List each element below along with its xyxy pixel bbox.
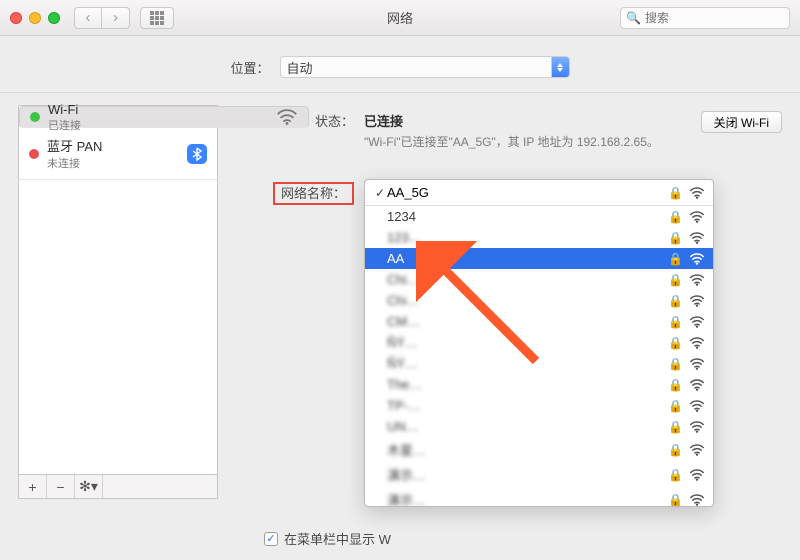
zoom-window-button[interactable] — [48, 12, 60, 24]
service-status: 未连接 — [47, 155, 179, 171]
network-name-dropdown[interactable]: ✓ AA_5G 🔒 1234🔒123…🔒AA🔒Chi…🔒Chi…🔒CM…🔒ÑÝ…… — [364, 179, 714, 507]
location-row: 位置： 自动 — [0, 36, 800, 93]
wifi-icon — [689, 469, 705, 481]
network-name-label: 网络名称： — [273, 182, 354, 205]
network-option[interactable]: 演示…🔒 — [365, 462, 713, 487]
wifi-icon — [689, 274, 705, 286]
wifi-icon — [689, 494, 705, 506]
search-input[interactable] — [620, 7, 790, 29]
dropdown-selected[interactable]: ✓ AA_5G 🔒 — [365, 180, 713, 206]
lock-icon: 🔒 — [668, 186, 683, 200]
network-option[interactable]: Chi…🔒 — [365, 290, 713, 311]
grid-icon — [150, 11, 164, 25]
wifi-icon — [689, 337, 705, 349]
location-value: 自动 — [287, 58, 313, 77]
lock-icon: 🔒 — [668, 294, 683, 308]
lock-icon: 🔒 — [668, 493, 683, 507]
status-description: "Wi-Fi"已连接至"AA_5G"，其 IP 地址为 192.168.2.65… — [364, 134, 701, 151]
close-window-button[interactable] — [10, 12, 22, 24]
wifi-icon — [689, 232, 705, 244]
lock-icon: 🔒 — [668, 252, 683, 266]
dropdown-list: 1234🔒123…🔒AA🔒Chi…🔒Chi…🔒CM…🔒ÑÝ…🔒ÑÝ…🔒The…🔒… — [365, 206, 713, 506]
lock-icon: 🔒 — [668, 273, 683, 287]
selected-network: AA_5G — [387, 185, 668, 200]
nav-group: ‹ › — [74, 7, 130, 29]
wifi-icon — [689, 211, 705, 223]
lock-icon: 🔒 — [668, 443, 683, 457]
sidebar-item-bluetooth-pan[interactable]: 蓝牙 PAN 未连接 — [19, 128, 217, 180]
lock-icon: 🔒 — [668, 231, 683, 245]
sidebar-tools: + − ✻▾ — [18, 475, 218, 499]
show-all-prefs-button[interactable] — [140, 7, 174, 29]
location-select[interactable]: 自动 — [280, 56, 570, 78]
status-value: 已连接 — [364, 114, 403, 129]
status-dot-icon — [29, 149, 39, 159]
network-option[interactable]: TP-…🔒 — [365, 395, 713, 416]
lock-icon: 🔒 — [668, 420, 683, 434]
search-icon: 🔍 — [626, 11, 641, 25]
network-option[interactable]: 123…🔒 — [365, 227, 713, 248]
network-option[interactable]: CM…🔒 — [365, 311, 713, 332]
lock-icon: 🔒 — [668, 210, 683, 224]
search-field-wrap: 🔍 — [620, 7, 790, 29]
status-dot-icon — [30, 112, 40, 122]
network-option[interactable]: ÑÝ…🔒 — [365, 332, 713, 353]
wifi-icon — [689, 187, 705, 199]
sidebar: Wi-Fi 已连接 蓝牙 PAN 未连接 + − ✻▾ — [18, 105, 218, 548]
titlebar: ‹ › 网络 🔍 — [0, 0, 800, 36]
wifi-icon — [689, 400, 705, 412]
service-name: Wi-Fi — [48, 102, 268, 117]
wifi-icon — [689, 316, 705, 328]
wifi-icon — [276, 108, 298, 126]
network-option[interactable]: AA🔒 — [365, 248, 713, 269]
sidebar-item-wifi[interactable]: Wi-Fi 已连接 — [19, 106, 309, 128]
lock-icon: 🔒 — [668, 336, 683, 350]
checkbox-icon[interactable]: ✓ — [264, 532, 278, 546]
wifi-icon — [689, 253, 705, 265]
back-button[interactable]: ‹ — [74, 7, 102, 29]
wifi-icon — [689, 358, 705, 370]
network-option[interactable]: ÑÝ…🔒 — [365, 353, 713, 374]
service-status: 已连接 — [48, 117, 268, 133]
lock-icon: 🔒 — [668, 315, 683, 329]
lock-icon: 🔒 — [668, 399, 683, 413]
lock-icon: 🔒 — [668, 378, 683, 392]
service-list: Wi-Fi 已连接 蓝牙 PAN 未连接 — [18, 105, 218, 475]
lock-icon: 🔒 — [668, 468, 683, 482]
window-controls — [10, 12, 60, 24]
check-icon: ✓ — [373, 186, 387, 200]
detail-pane: 状态： 已连接 "Wi-Fi"已连接至"AA_5G"，其 IP 地址为 192.… — [234, 105, 782, 548]
lock-icon: 🔒 — [668, 357, 683, 371]
bluetooth-icon — [187, 144, 207, 164]
forward-button[interactable]: › — [102, 7, 130, 29]
network-option[interactable]: UN…🔒 — [365, 416, 713, 437]
service-name: 蓝牙 PAN — [47, 136, 179, 155]
window-title: 网络 — [387, 8, 413, 27]
network-option[interactable]: 木星…🔒 — [365, 437, 713, 462]
network-option[interactable]: The…🔒 — [365, 374, 713, 395]
show-in-menubar-row[interactable]: ✓ 在菜单栏中显示 W — [264, 529, 782, 548]
add-service-button[interactable]: + — [19, 475, 47, 498]
network-option[interactable]: 1234🔒 — [365, 206, 713, 227]
show-in-menubar-label: 在菜单栏中显示 W — [284, 529, 391, 548]
wifi-icon — [689, 295, 705, 307]
remove-service-button[interactable]: − — [47, 475, 75, 498]
wifi-icon — [689, 421, 705, 433]
select-stepper-icon — [551, 57, 569, 77]
minimize-window-button[interactable] — [29, 12, 41, 24]
location-label: 位置： — [230, 58, 269, 77]
service-options-button[interactable]: ✻▾ — [75, 475, 103, 498]
wifi-icon — [689, 444, 705, 456]
network-option[interactable]: Chi…🔒 — [365, 269, 713, 290]
turn-off-wifi-button[interactable]: 关闭 Wi-Fi — [701, 111, 782, 133]
network-option[interactable]: 演示…🔒 — [365, 487, 713, 506]
wifi-icon — [689, 379, 705, 391]
